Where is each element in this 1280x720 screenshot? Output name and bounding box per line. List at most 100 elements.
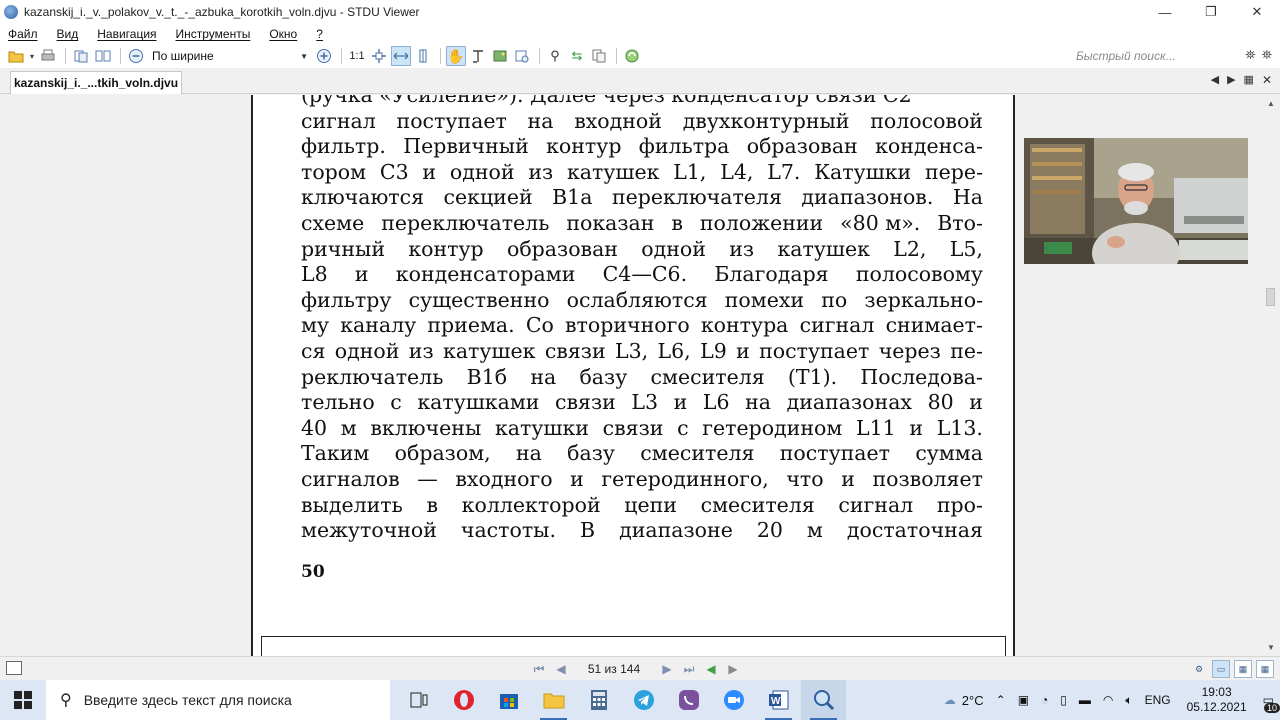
find-icon[interactable]: ⚲ <box>545 46 565 66</box>
show-hidden-icons-icon[interactable]: ⌃ <box>996 693 1006 707</box>
text-line: реключатель B1б на базу смесителя (T1). Послед… <box>301 365 983 391</box>
back-arrow-icon[interactable]: ◀ <box>700 660 722 678</box>
copy-icon[interactable] <box>589 46 609 66</box>
text-word: одной <box>641 236 706 261</box>
text-word: базу <box>567 441 615 466</box>
text-word: гетеродином <box>702 415 843 440</box>
zoom-out-icon[interactable] <box>126 46 146 66</box>
fit-width-icon[interactable] <box>391 46 411 66</box>
text-word: и <box>969 390 983 415</box>
close-button[interactable]: ✕ <box>1234 0 1280 24</box>
settings-icon[interactable]: ⚙ <box>1190 660 1208 678</box>
camera-tray-icon[interactable]: ▣ <box>1018 693 1029 707</box>
text-line: сигналов — входного и гетеродинного, что и позв… <box>301 467 983 493</box>
tab-prev-icon[interactable]: ◀ <box>1211 73 1219 87</box>
menu-bar: Файл Вид Навигация Инструменты Окно ? <box>0 24 1280 44</box>
restore-button[interactable]: ❐ <box>1188 0 1234 24</box>
text-word: (T1). <box>787 364 838 389</box>
tab-next-icon[interactable]: ▶ <box>1227 73 1235 87</box>
input-language[interactable]: ENG <box>1145 693 1171 707</box>
wifi-icon[interactable]: ◠ <box>1103 693 1113 707</box>
text-word: на <box>745 390 772 415</box>
first-page-icon[interactable]: ⏮ <box>528 660 550 678</box>
text-word: с <box>677 415 689 440</box>
actual-size-button[interactable]: 1:1 <box>347 46 367 66</box>
menu-window[interactable]: Окно <box>269 27 297 41</box>
print-icon[interactable] <box>38 46 58 66</box>
copy-page-icon[interactable] <box>71 46 91 66</box>
text-word: и <box>736 338 750 363</box>
opera-icon[interactable] <box>441 680 486 720</box>
forward-arrow-icon[interactable]: ▶ <box>722 660 744 678</box>
pages-icon[interactable] <box>93 46 113 66</box>
text-select-icon[interactable] <box>468 46 488 66</box>
fit-page-icon[interactable] <box>369 46 389 66</box>
scroll-up-icon[interactable]: ▲ <box>1262 95 1280 112</box>
calculator-icon[interactable] <box>576 680 621 720</box>
multi-page-view-icon[interactable]: ▦ <box>1256 660 1274 678</box>
minimize-button[interactable]: — <box>1142 0 1188 24</box>
toggle-sidebar-icon[interactable] <box>6 661 22 675</box>
task-view-icon[interactable] <box>396 680 441 720</box>
vertical-scrollbar[interactable]: ▲ ▼ <box>1262 95 1280 656</box>
weather-icon[interactable]: ☁ <box>944 693 956 707</box>
clock[interactable]: 19:03 05.12.2021 <box>1187 685 1247 715</box>
single-page-view-icon[interactable]: ▭ <box>1212 660 1230 678</box>
zoom-app-icon[interactable] <box>711 680 756 720</box>
battery-icon[interactable]: ▬ <box>1079 693 1091 707</box>
text-word: катушек <box>566 159 660 184</box>
text-word: смесителя <box>700 492 815 517</box>
fit-height-icon[interactable] <box>413 46 433 66</box>
hand-tool-icon[interactable]: ✋ <box>446 46 466 66</box>
scroll-down-icon[interactable]: ▼ <box>1262 639 1280 656</box>
previous-page-icon[interactable]: ◀ <box>550 660 572 678</box>
open-folder-icon[interactable] <box>6 46 26 66</box>
network-icon[interactable]: ◔ <box>1041 693 1048 707</box>
taskbar-search-input[interactable]: ⚲ Введите здесь текст для поиска <box>46 680 390 720</box>
text-word: базу <box>579 364 628 389</box>
document-tab[interactable]: kazanskij_i._...tkih_voln.djvu <box>10 71 182 94</box>
search-options-icon[interactable]: ⛯ <box>1262 47 1272 63</box>
text-word: и <box>841 466 855 491</box>
menu-navigation[interactable]: Навигация <box>97 27 156 41</box>
menu-file[interactable]: Файл <box>8 27 38 41</box>
next-page-icon[interactable]: ▶ <box>656 660 678 678</box>
scrollbar-thumb[interactable] <box>1266 288 1275 306</box>
page-indicator[interactable]: 51 из 144 <box>572 662 656 676</box>
dropdown-arrow-icon[interactable]: ▾ <box>28 46 36 66</box>
facing-pages-view-icon[interactable]: ▦ <box>1234 660 1252 678</box>
device-icon[interactable]: ▯ <box>1060 693 1067 707</box>
notifications-icon[interactable]: ▭ 10 <box>1263 693 1280 713</box>
tab-list-icon[interactable]: ▦ <box>1244 73 1254 87</box>
menu-view[interactable]: Вид <box>57 27 79 41</box>
search-icon: ⚲ <box>60 692 72 709</box>
text-word: пере- <box>925 159 983 184</box>
file-explorer-icon[interactable] <box>531 680 576 720</box>
image-select-icon[interactable] <box>490 46 510 66</box>
text-word: образом, <box>394 441 491 466</box>
text-word: катушек <box>443 338 536 363</box>
text-word: сигнал <box>838 492 914 517</box>
refresh-icon[interactable] <box>622 46 642 66</box>
volume-icon[interactable]: 🔈︎ <box>1125 693 1132 708</box>
binoculars-icon[interactable]: ⛯ <box>1245 47 1255 63</box>
store-icon[interactable] <box>486 680 531 720</box>
stdu-viewer-taskbar-icon[interactable] <box>801 680 846 720</box>
last-page-icon[interactable]: ⏭ <box>678 660 700 678</box>
snapshot-icon[interactable] <box>512 46 532 66</box>
menu-tools[interactable]: Инструменты <box>176 27 251 41</box>
quick-search-input[interactable]: Быстрый поиск... <box>1072 47 1228 65</box>
status-bar: ⏮ ◀ 51 из 144 ▶ ⏭ ◀ ▶ ⚙ ▭ ▦ ▦ <box>0 656 1280 680</box>
word-icon[interactable]: W <box>756 680 801 720</box>
weather-temperature[interactable]: 2°C <box>962 693 984 708</box>
zoom-in-icon[interactable] <box>314 46 334 66</box>
zoom-mode-select[interactable]: По ширине ▼ <box>148 47 308 65</box>
telegram-icon[interactable] <box>621 680 666 720</box>
tab-close-icon[interactable]: ✕ <box>1262 73 1272 87</box>
swap-arrows-icon[interactable]: ⇆ <box>567 46 587 66</box>
windows-start-icon[interactable] <box>0 680 46 720</box>
text-word: в <box>426 492 439 517</box>
viber-icon[interactable] <box>666 680 711 720</box>
text-word: вторичного <box>565 313 690 338</box>
menu-help[interactable]: ? <box>316 27 323 41</box>
